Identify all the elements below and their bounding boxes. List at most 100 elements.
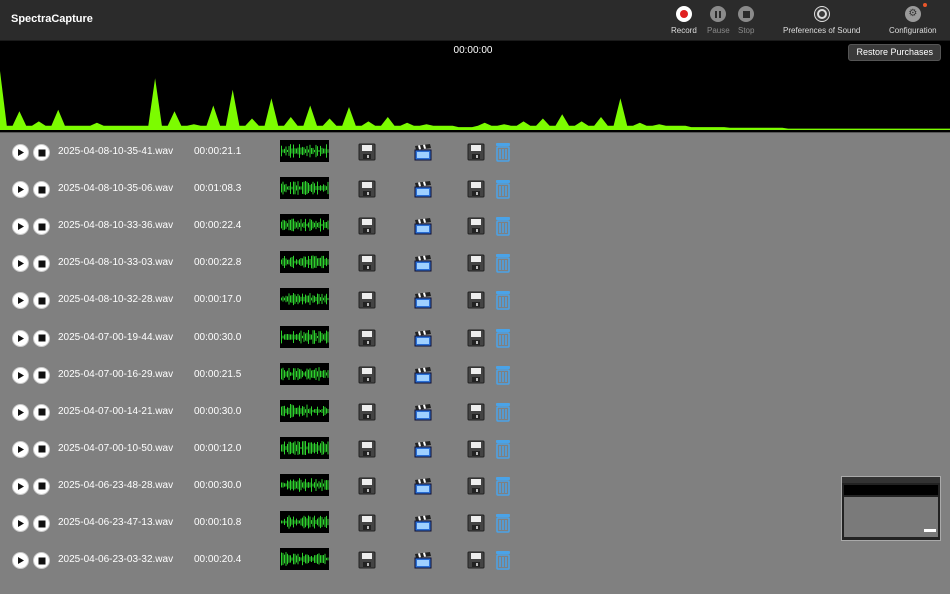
save-as-icon[interactable]	[467, 403, 485, 426]
recording-row[interactable]: 2025-04-08-10-35-41.wav 00:00:21.1	[0, 134, 840, 171]
trash-icon[interactable]	[495, 290, 511, 315]
save-icon[interactable]	[358, 366, 376, 389]
play-button[interactable]	[12, 440, 29, 458]
stop-playback-button[interactable]	[33, 366, 50, 384]
video-export-icon[interactable]	[414, 477, 432, 500]
play-button[interactable]	[12, 292, 29, 310]
recordings-list: 2025-04-08-10-35-41.wav 00:00:21.1 2025-04…	[0, 133, 950, 594]
live-waveform-panel: 00:00:00 Restore Purchases	[0, 41, 950, 133]
play-button[interactable]	[12, 366, 29, 384]
recording-row[interactable]: 2025-04-08-10-33-03.wav 00:00:22.8	[0, 245, 840, 282]
recording-row[interactable]: 2025-04-08-10-35-06.wav 00:01:08.3	[0, 171, 840, 208]
stop-playback-button[interactable]	[33, 329, 50, 347]
save-icon[interactable]	[358, 143, 376, 166]
trash-icon[interactable]	[495, 513, 511, 538]
save-as-icon[interactable]	[467, 329, 485, 352]
recording-waveform-thumbnail	[280, 214, 329, 237]
play-button[interactable]	[12, 403, 29, 421]
save-icon[interactable]	[358, 440, 376, 463]
stop-button[interactable]: Stop	[738, 6, 754, 35]
trash-icon[interactable]	[495, 328, 511, 353]
save-as-icon[interactable]	[467, 366, 485, 389]
save-icon[interactable]	[358, 217, 376, 240]
play-button[interactable]	[12, 218, 29, 236]
play-button[interactable]	[12, 477, 29, 495]
trash-icon[interactable]	[495, 179, 511, 204]
video-export-icon[interactable]	[414, 551, 432, 574]
save-as-icon[interactable]	[467, 254, 485, 277]
stop-playback-button[interactable]	[33, 477, 50, 495]
configuration-label: Configuration	[889, 26, 937, 35]
stop-playback-button[interactable]	[33, 218, 50, 236]
stop-playback-button[interactable]	[33, 515, 50, 532]
video-export-icon[interactable]	[414, 329, 432, 352]
play-button[interactable]	[12, 255, 29, 273]
save-as-icon[interactable]	[467, 477, 485, 500]
recording-row[interactable]: 2025-04-06-23-48-28.wav 00:00:30.0	[0, 468, 840, 505]
preview-thumbnail[interactable]	[841, 476, 941, 541]
save-icon[interactable]	[358, 403, 376, 426]
save-as-icon[interactable]	[467, 180, 485, 203]
recording-row[interactable]: 2025-04-08-10-32-28.wav 00:00:17.0	[0, 282, 840, 319]
stop-playback-button[interactable]	[33, 552, 50, 570]
trash-icon[interactable]	[495, 216, 511, 241]
recording-row[interactable]: 2025-04-08-10-33-36.wav 00:00:22.4	[0, 208, 840, 245]
recording-row[interactable]: 2025-04-07-00-14-21.wav 00:00:30.0	[0, 394, 840, 431]
recording-row[interactable]: 2025-04-07-00-10-50.wav 00:00:12.0	[0, 431, 840, 468]
video-export-icon[interactable]	[414, 403, 432, 426]
video-export-icon[interactable]	[414, 514, 432, 537]
save-icon[interactable]	[358, 254, 376, 277]
stop-icon	[38, 186, 45, 194]
video-export-icon[interactable]	[414, 366, 432, 389]
pause-button[interactable]: Pause	[707, 6, 730, 35]
play-button[interactable]	[12, 329, 29, 347]
video-export-icon[interactable]	[414, 217, 432, 240]
save-as-icon[interactable]	[467, 440, 485, 463]
stop-playback-button[interactable]	[33, 292, 50, 310]
recording-row[interactable]: 2025-04-07-00-19-44.wav 00:00:30.0	[0, 320, 840, 357]
trash-icon[interactable]	[495, 365, 511, 390]
record-button[interactable]: Record	[671, 6, 697, 35]
trash-icon[interactable]	[495, 402, 511, 427]
preferences-of-sound-button[interactable]: Preferences of Sound	[783, 6, 860, 35]
play-button[interactable]	[12, 552, 29, 570]
save-icon[interactable]	[358, 551, 376, 574]
recording-filename: 2025-04-06-23-47-13.wav	[58, 517, 174, 528]
trash-icon[interactable]	[495, 476, 511, 501]
save-icon[interactable]	[358, 329, 376, 352]
video-export-icon[interactable]	[414, 440, 432, 463]
recording-filename: 2025-04-07-00-19-44.wav	[58, 331, 174, 343]
play-button[interactable]	[12, 144, 29, 161]
video-export-icon[interactable]	[414, 254, 432, 277]
toolbar: SpectraCapture Record Pause Stop Prefere…	[0, 0, 950, 41]
play-button[interactable]	[12, 515, 29, 532]
recording-row[interactable]: 2025-04-07-00-16-29.wav 00:00:21.5	[0, 357, 840, 394]
video-export-icon[interactable]	[414, 180, 432, 203]
configuration-button[interactable]: ⚙ Configuration	[889, 3, 937, 35]
save-icon[interactable]	[358, 477, 376, 500]
trash-icon[interactable]	[495, 142, 511, 167]
save-as-icon[interactable]	[467, 143, 485, 166]
trash-icon[interactable]	[495, 439, 511, 464]
restore-purchases-button[interactable]: Restore Purchases	[848, 44, 941, 61]
stop-playback-button[interactable]	[33, 403, 50, 421]
save-icon[interactable]	[358, 291, 376, 314]
save-icon[interactable]	[358, 514, 376, 537]
recording-row[interactable]: 2025-04-06-23-03-32.wav 00:00:20.4	[0, 542, 840, 579]
stop-playback-button[interactable]	[33, 181, 50, 199]
recording-row[interactable]: 2025-04-06-23-47-13.wav 00:00:10.8	[0, 505, 840, 542]
save-as-icon[interactable]	[467, 551, 485, 574]
save-as-icon[interactable]	[467, 291, 485, 314]
trash-icon[interactable]	[495, 253, 511, 278]
save-icon[interactable]	[358, 180, 376, 203]
play-button[interactable]	[12, 181, 29, 199]
stop-playback-button[interactable]	[33, 144, 50, 161]
recording-waveform-thumbnail	[280, 177, 329, 200]
save-as-icon[interactable]	[467, 217, 485, 240]
save-as-icon[interactable]	[467, 514, 485, 537]
trash-icon[interactable]	[495, 550, 511, 575]
stop-playback-button[interactable]	[33, 440, 50, 458]
video-export-icon[interactable]	[414, 143, 432, 166]
stop-playback-button[interactable]	[33, 255, 50, 273]
video-export-icon[interactable]	[414, 291, 432, 314]
